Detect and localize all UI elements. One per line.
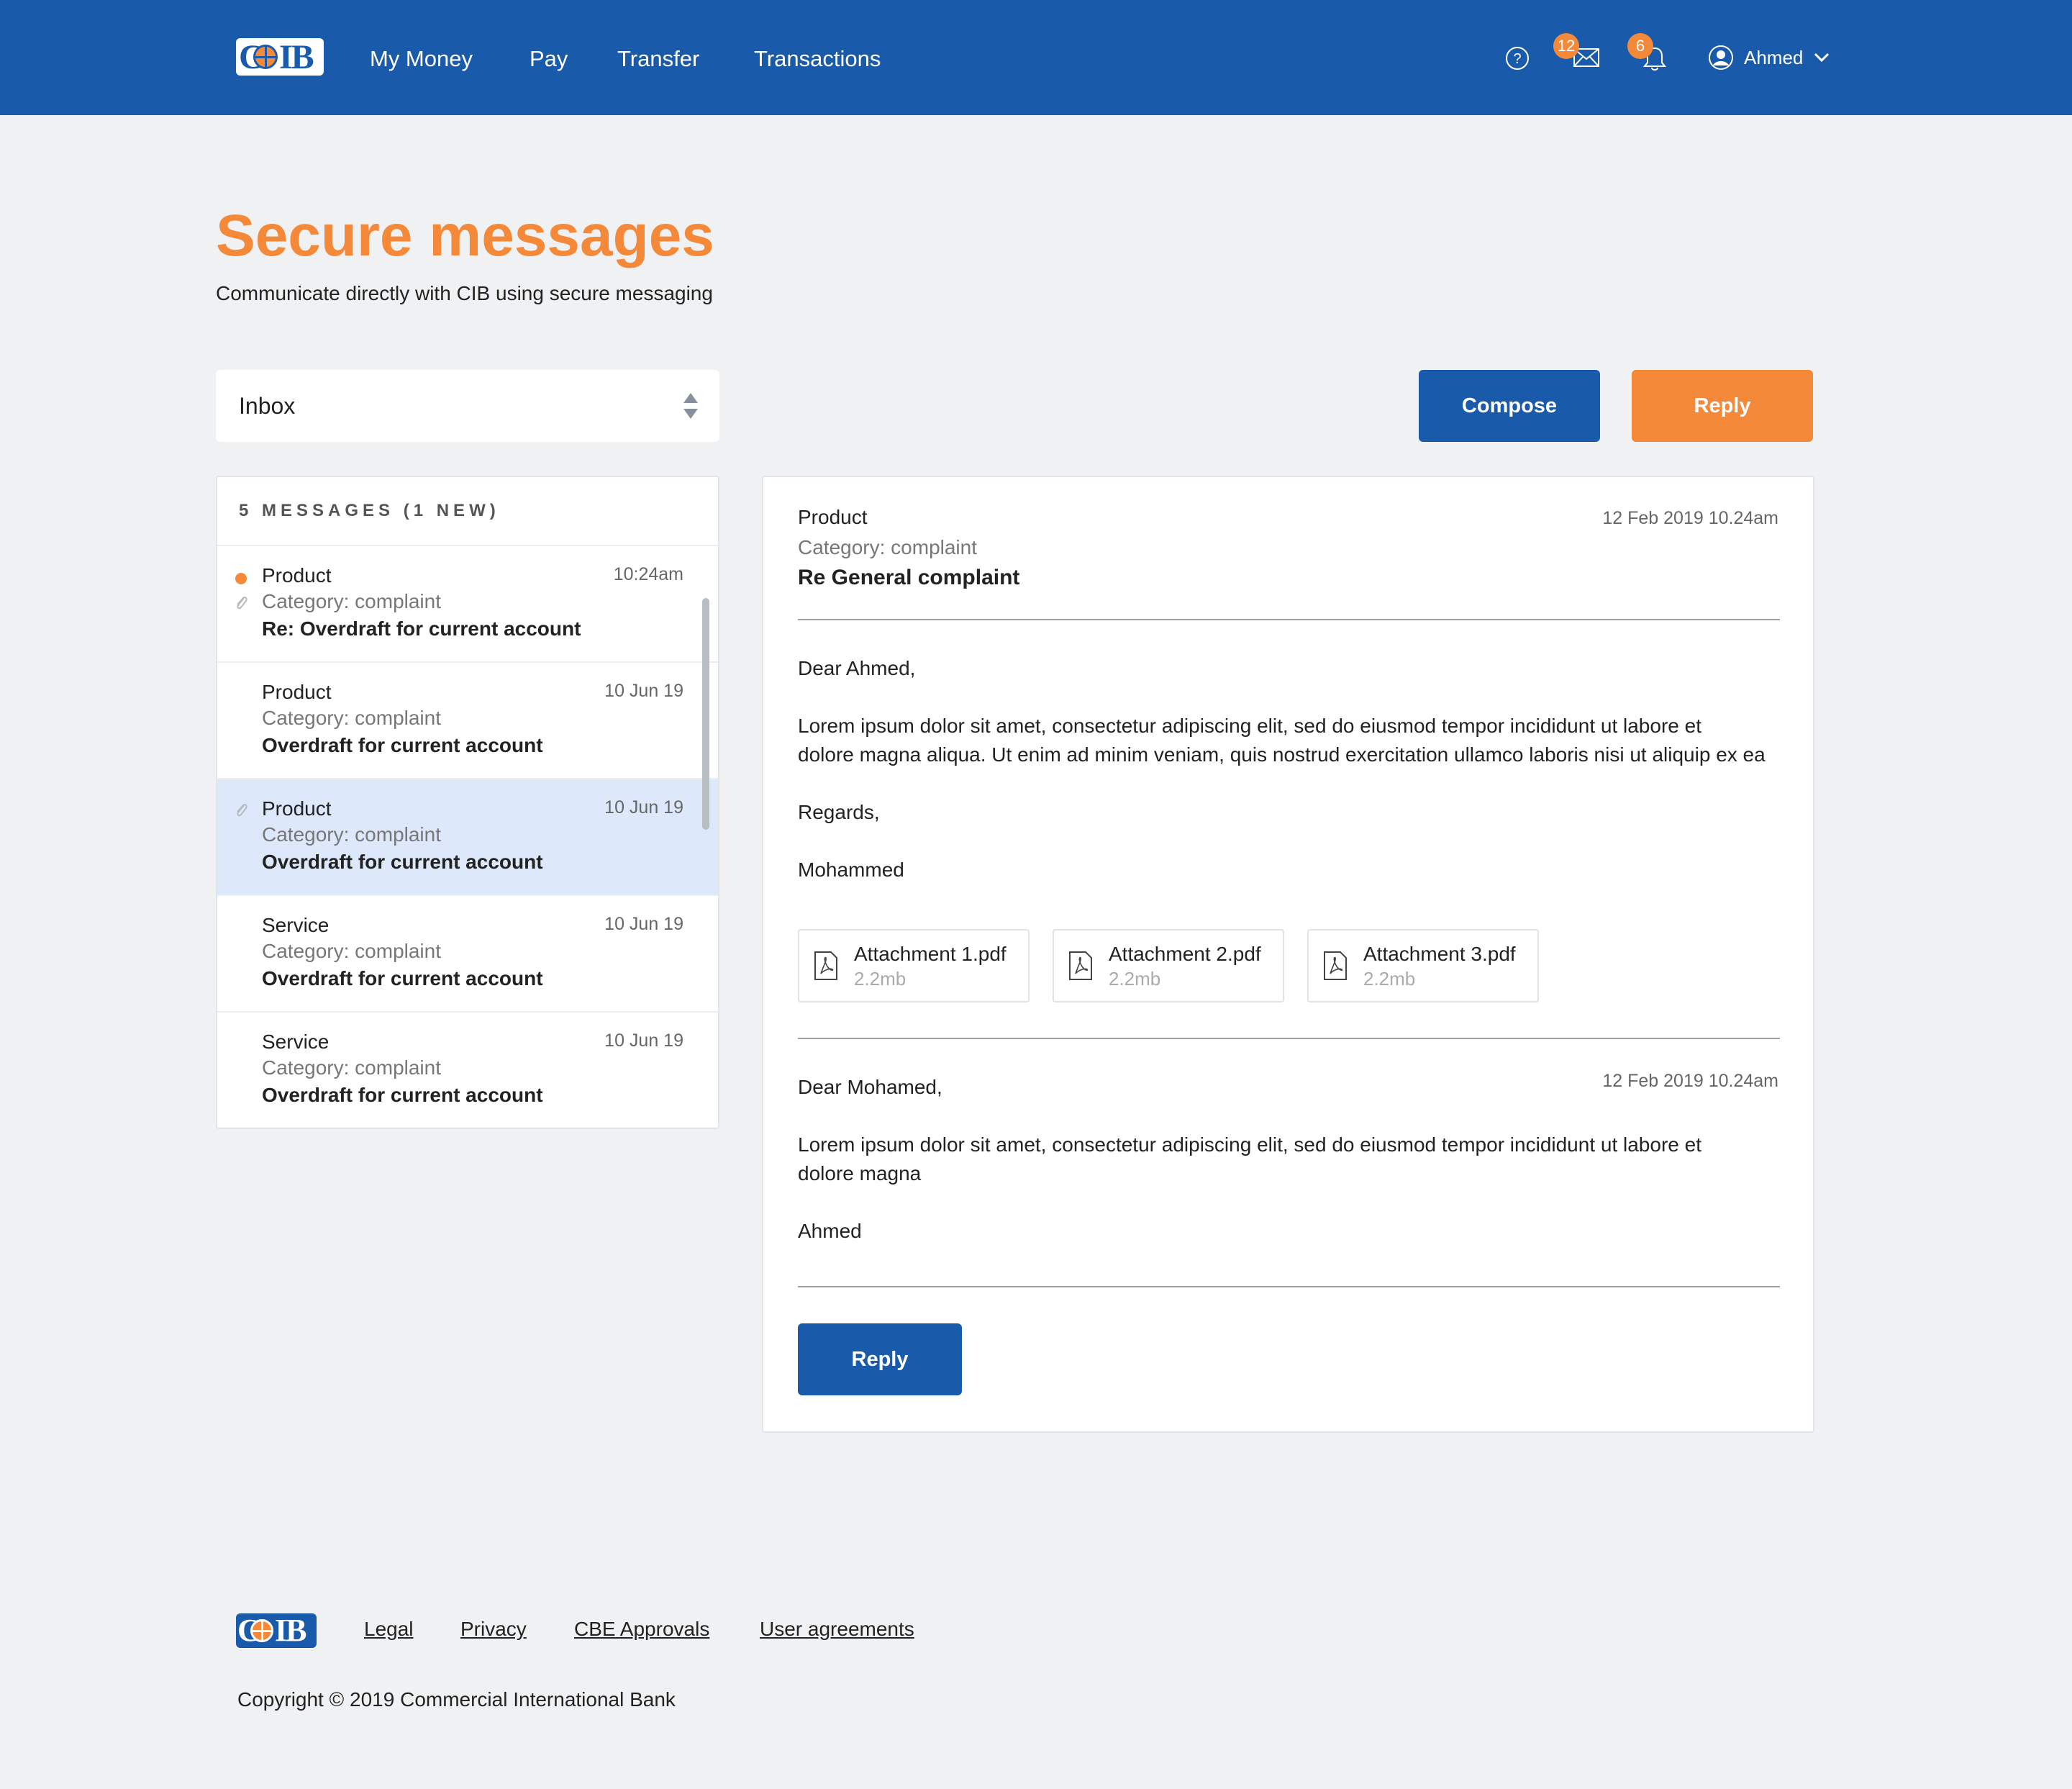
reply-date: 12 Feb 2019 10.24am (1602, 1071, 1778, 1091)
attachment-name: Attachment 2.pdf (1109, 943, 1261, 965)
user-avatar-icon (1709, 45, 1733, 70)
message-subject: Overdraft for current account (262, 967, 543, 989)
footer-link-legal[interactable]: Legal (364, 1616, 414, 1642)
footer-link-cbe-approvals[interactable]: CBE Approvals (574, 1616, 709, 1642)
message-signature: Mohammed (798, 859, 904, 881)
message-subcategory: Category: complaint (262, 590, 442, 612)
message-category: Product (262, 797, 332, 820)
message-item[interactable]: Service Category: complaint Overdraft fo… (217, 1013, 718, 1128)
message-date: 10 Jun 19 (604, 1031, 683, 1051)
svg-text:?: ? (1513, 51, 1521, 67)
message-subcategory: Category: complaint (262, 823, 442, 846)
select-arrows-icon (683, 393, 698, 419)
page-title: Secure messages (216, 203, 714, 268)
nav-transactions[interactable]: Transactions (754, 45, 881, 73)
message-subject: Re: Overdraft for current account (262, 617, 581, 640)
paperclip-icon (237, 596, 247, 610)
message-body-line: Lorem ipsum dolor sit amet, consectetur … (798, 715, 1701, 737)
reply-greeting: Dear Mohamed, (798, 1076, 942, 1098)
message-date: 10 Jun 19 (604, 681, 683, 701)
message-category: Service (262, 1031, 330, 1053)
logo-letters-ib: IB (279, 38, 314, 76)
reply-body-line: dolore magna (798, 1162, 922, 1185)
nav-my-money[interactable]: My Money (370, 45, 473, 73)
message-closing: Regards, (798, 801, 880, 823)
message-count-header: 5 MESSAGES (1 NEW) (217, 477, 718, 546)
detail-product: Product (798, 506, 868, 528)
cib-logo[interactable]: C IB (236, 38, 324, 76)
message-list-scrollbar[interactable] (702, 598, 709, 830)
message-subject: Overdraft for current account (262, 851, 543, 873)
message-greeting: Dear Ahmed, (798, 657, 916, 679)
message-item[interactable]: Product Category: complaint Overdraft fo… (217, 663, 718, 779)
footer-link-privacy[interactable]: Privacy (460, 1616, 527, 1642)
detail-subject: Re General complaint (798, 566, 1020, 589)
message-list: 5 MESSAGES (1 NEW) Product Category: com… (216, 476, 719, 1129)
globe-icon (250, 1619, 273, 1642)
attachment-name: Attachment 3.pdf (1363, 943, 1516, 965)
user-menu[interactable]: Ahmed (1708, 42, 1830, 73)
message-date: 10:24am (613, 564, 683, 584)
message-date: 10 Jun 19 (604, 914, 683, 934)
reply-bottom-button[interactable]: Reply (798, 1323, 962, 1395)
attachment-1[interactable]: Attachment 1.pdf 2.2mb (798, 929, 1030, 1002)
page-subtitle: Communicate directly with CIB using secu… (216, 282, 713, 304)
message-category: Service (262, 914, 330, 936)
divider (798, 1038, 1780, 1039)
nav-pay[interactable]: Pay (530, 45, 568, 73)
footer-cib-logo[interactable]: C IB (236, 1613, 317, 1648)
pdf-icon (1324, 951, 1347, 980)
mail-count-badge: 12 (1553, 33, 1579, 59)
reply-signature: Ahmed (798, 1220, 862, 1242)
message-item[interactable]: Service Category: complaint Overdraft fo… (217, 896, 718, 1013)
footer-link-user-agreements[interactable]: User agreements (760, 1616, 914, 1642)
message-item[interactable]: Product Category: complaint Re: Overdraf… (217, 546, 718, 663)
attachment-name: Attachment 1.pdf (854, 943, 1007, 965)
message-subcategory: Category: complaint (262, 940, 442, 962)
folder-select[interactable]: Inbox (216, 370, 719, 442)
paperclip-icon (237, 803, 247, 817)
pdf-icon (1069, 951, 1092, 980)
nav-transfer[interactable]: Transfer (617, 45, 699, 73)
reply-body-line: Lorem ipsum dolor sit amet, consectetur … (798, 1133, 1701, 1156)
attachment-size: 2.2mb (1363, 968, 1416, 989)
message-subject: Overdraft for current account (262, 1084, 543, 1106)
message-subcategory: Category: complaint (262, 707, 442, 729)
user-name: Ahmed (1744, 46, 1804, 68)
message-item-selected[interactable]: Product Category: complaint Overdraft fo… (217, 779, 718, 896)
detail-category: Category: complaint (798, 536, 978, 558)
copyright: Copyright © 2019 Commercial Internationa… (237, 1688, 676, 1711)
help-button[interactable]: ? (1505, 46, 1530, 71)
top-navigation-bar: C IB My Money Pay Transfer Transactions … (0, 0, 2072, 115)
reply-top-button[interactable]: Reply (1632, 370, 1813, 442)
notification-count-badge: 6 (1627, 33, 1653, 59)
attachment-size: 2.2mb (854, 968, 906, 989)
help-icon: ? (1506, 47, 1529, 70)
folder-select-value: Inbox (239, 393, 296, 419)
unread-dot-icon (235, 573, 247, 584)
compose-button[interactable]: Compose (1419, 370, 1600, 442)
message-date: 10 Jun 19 (604, 797, 683, 817)
attachment-size: 2.2mb (1109, 968, 1161, 989)
message-subcategory: Category: complaint (262, 1056, 442, 1079)
divider (798, 1286, 1780, 1287)
chevron-down-icon (1814, 53, 1830, 63)
message-body-line: dolore magna aliqua. Ut enim ad minim ve… (798, 743, 1766, 766)
message-detail: Product Category: complaint Re General c… (762, 476, 1814, 1433)
divider (798, 619, 1780, 620)
attachment-2[interactable]: Attachment 2.pdf 2.2mb (1053, 929, 1284, 1002)
attachment-3[interactable]: Attachment 3.pdf 2.2mb (1307, 929, 1539, 1002)
message-category: Product (262, 681, 332, 703)
pdf-icon (814, 951, 837, 980)
message-subject: Overdraft for current account (262, 734, 543, 756)
message-category: Product (262, 564, 332, 586)
detail-date: 12 Feb 2019 10.24am (1602, 508, 1778, 528)
globe-icon (253, 45, 278, 69)
logo-letters-ib: IB (275, 1613, 307, 1648)
